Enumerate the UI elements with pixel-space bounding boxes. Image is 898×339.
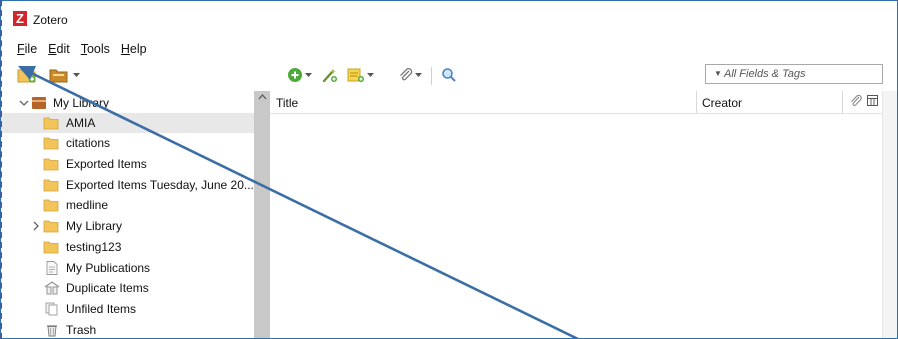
- folder-icon: [43, 179, 59, 192]
- new-library-icon: [49, 69, 68, 83]
- menu-tools[interactable]: Tools: [76, 39, 115, 59]
- collection-label: Duplicate Items: [66, 281, 149, 295]
- column-title[interactable]: Title: [276, 96, 298, 110]
- collection-row-exported-items[interactable]: Exported Items: [1, 154, 254, 174]
- screenshot-edge-marker: [0, 0, 5, 339]
- collection-label: My Library: [66, 219, 123, 233]
- collection-label: Exported Items Tuesday, June 20...: [66, 178, 254, 192]
- paperclip-icon: [400, 68, 413, 81]
- menu-bar: File Edit Tools Help: [1, 39, 152, 59]
- paperclip-icon[interactable]: [850, 95, 862, 108]
- collection-row-my-publications[interactable]: My Publications: [1, 258, 254, 278]
- collection-label: citations: [66, 136, 111, 150]
- publications-icon: [46, 261, 58, 275]
- new-collection-icon: [17, 69, 36, 83]
- add-by-identifier-button[interactable]: [321, 64, 339, 86]
- add-by-identifier-icon: [322, 69, 337, 83]
- collection-label: testing123: [66, 240, 122, 254]
- folder-icon: [43, 137, 59, 150]
- collection-row-trash[interactable]: Trash: [1, 320, 254, 338]
- search-field[interactable]: ▼: [705, 64, 883, 84]
- pane-splitter[interactable]: [254, 91, 270, 338]
- collection-label: Unfiled Items: [66, 302, 137, 316]
- collection-label: My Publications: [66, 261, 151, 275]
- folder-icon: [43, 199, 59, 212]
- folder-icon: [43, 220, 59, 233]
- items-pane: Title Creator: [258, 91, 897, 338]
- advanced-search-button[interactable]: [441, 64, 457, 86]
- collection-row-my-library[interactable]: My Library: [1, 93, 254, 113]
- folder-icon: [43, 158, 59, 171]
- folder-icon: [43, 117, 59, 130]
- items-column-header: Title Creator: [258, 91, 882, 114]
- chevron-down-icon[interactable]: [19, 98, 29, 108]
- menu-help[interactable]: Help: [116, 39, 152, 59]
- unfiled-icon: [45, 302, 58, 316]
- collection-label: medline: [66, 198, 109, 212]
- new-note-button[interactable]: [347, 64, 374, 86]
- search-input[interactable]: [724, 66, 876, 82]
- new-note-icon: [347, 68, 364, 82]
- search-mode-dropdown-icon[interactable]: ▼: [714, 69, 722, 78]
- chevron-down-icon: [305, 72, 312, 77]
- folder-icon: [43, 241, 59, 254]
- chevron-down-icon: [367, 72, 374, 77]
- chevron-down-icon: [415, 72, 422, 77]
- items-scrollbar[interactable]: [882, 91, 897, 338]
- menu-file-mnemonic: F: [17, 42, 25, 56]
- new-collection-button[interactable]: [17, 64, 37, 86]
- zotero-window: Z Zotero File Edit Tools Help ▼ All Fiel…: [0, 0, 898, 339]
- chevron-right-icon[interactable]: [31, 221, 41, 231]
- window-title: Zotero: [33, 13, 68, 27]
- title-bar: Z Zotero: [1, 1, 897, 37]
- toolbar-separator: [431, 67, 432, 85]
- duplicate-icon: [44, 281, 60, 295]
- add-attachment-button[interactable]: [397, 64, 422, 86]
- new-item-icon: [288, 68, 302, 82]
- chevron-down-icon: [73, 72, 80, 77]
- collection-row-medline[interactable]: medline: [1, 195, 254, 215]
- new-library-button[interactable]: [49, 64, 80, 86]
- menu-file[interactable]: File: [13, 39, 42, 59]
- menu-edit-label: dit: [56, 42, 70, 56]
- collection-label: My Library: [53, 96, 110, 110]
- collection-row-my-library-sub[interactable]: My Library: [1, 216, 254, 236]
- collection-label: Trash: [66, 323, 97, 337]
- collection-row-testing123[interactable]: testing123: [1, 237, 254, 257]
- menu-help-label: elp: [129, 42, 147, 56]
- column-divider[interactable]: [842, 91, 843, 113]
- menu-tools-label: ools: [86, 42, 110, 56]
- column-creator[interactable]: Creator: [702, 96, 742, 110]
- menu-file-label: ile: [24, 42, 38, 56]
- sort-ascending-icon[interactable]: [258, 94, 267, 100]
- magnifier-icon: [442, 68, 456, 82]
- menu-help-mnemonic: H: [120, 42, 130, 56]
- trash-icon: [47, 325, 57, 337]
- collection-row-unfiled-items[interactable]: Unfiled Items: [1, 299, 254, 319]
- collection-label: Exported Items: [66, 157, 147, 171]
- collection-row-amia[interactable]: AMIA: [1, 113, 254, 133]
- menu-edit-mnemonic: E: [48, 42, 57, 56]
- collections-pane: My Library AMIA citations Exported Items: [1, 91, 254, 338]
- library-icon: [32, 97, 46, 109]
- collection-row-citations[interactable]: citations: [1, 133, 254, 153]
- menu-edit[interactable]: Edit: [43, 39, 75, 59]
- collection-label: AMIA: [66, 116, 96, 130]
- column-divider[interactable]: [696, 91, 697, 113]
- zotero-logo-icon: Z: [13, 11, 27, 26]
- collection-row-duplicate-items[interactable]: Duplicate Items: [1, 278, 254, 298]
- collection-row-exported-items-tuesday[interactable]: Exported Items Tuesday, June 20...: [1, 175, 254, 195]
- column-picker-icon[interactable]: [867, 95, 878, 106]
- new-item-button[interactable]: [287, 64, 312, 86]
